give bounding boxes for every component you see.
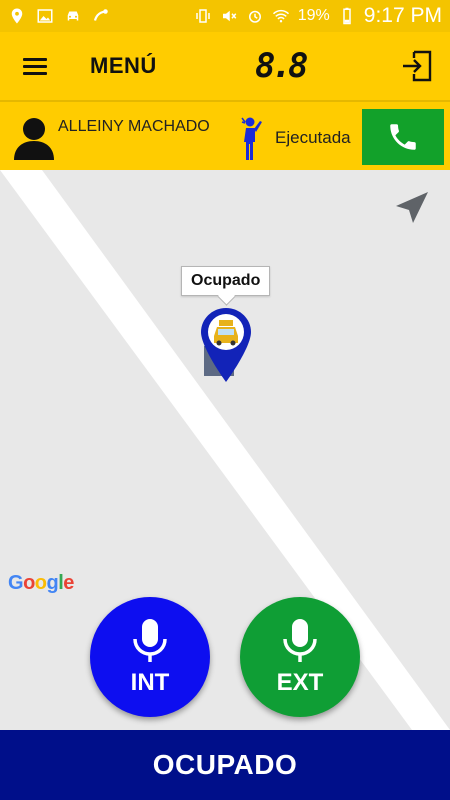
user-icon	[14, 118, 54, 160]
navigation-icon[interactable]	[392, 188, 432, 228]
status-bar-system: 19% 9:17 PM	[194, 4, 442, 28]
car-icon	[67, 11, 79, 21]
int-mic-button[interactable]: INT	[90, 597, 210, 717]
marker-info-window: Ocupado	[181, 266, 271, 296]
menu-button[interactable]	[0, 32, 70, 100]
taxi-marker-icon[interactable]	[196, 306, 256, 386]
app-toolbar: MENÚ 8.8	[0, 32, 450, 100]
toolbar-title: MENÚ	[90, 53, 157, 78]
app-icon	[93, 9, 108, 21]
alarm-icon	[248, 10, 261, 23]
mute-icon	[222, 10, 237, 22]
microphone-icon	[133, 619, 167, 662]
driver-info-bar: ALLEINY MACHADO Ejecutada	[0, 100, 450, 170]
call-button[interactable]	[362, 109, 444, 165]
vibrate-icon	[196, 9, 210, 23]
status-toggle-button[interactable]: OCUPADO	[0, 730, 450, 800]
road	[0, 170, 450, 730]
driver-name: ALLEINY MACHADO	[58, 118, 210, 135]
map-view[interactable]: Ocupado Google	[0, 170, 450, 730]
location-icon	[11, 8, 23, 24]
logout-icon[interactable]	[400, 48, 436, 84]
hamburger-icon	[23, 54, 47, 79]
ext-label: EXT	[276, 669, 324, 696]
seven-segment-counter: 8.8	[255, 46, 308, 86]
wifi-icon	[272, 9, 289, 23]
status-toggle-label: OCUPADO	[152, 749, 298, 780]
hailing-person-icon	[241, 117, 262, 160]
microphone-icon	[283, 619, 317, 662]
trip-status: Ejecutada	[275, 128, 351, 147]
clock: 9:17 PM	[363, 4, 442, 27]
phone-icon	[390, 124, 416, 150]
battery-percent: 19%	[297, 7, 330, 24]
battery-icon	[343, 7, 351, 25]
google-logo: Google	[8, 572, 74, 594]
image-icon	[37, 9, 53, 23]
status-bar: 19% 9:17 PM	[0, 0, 450, 32]
ext-mic-button[interactable]: EXT	[240, 597, 360, 717]
int-label: INT	[130, 669, 170, 696]
status-bar-notifications	[8, 7, 110, 25]
